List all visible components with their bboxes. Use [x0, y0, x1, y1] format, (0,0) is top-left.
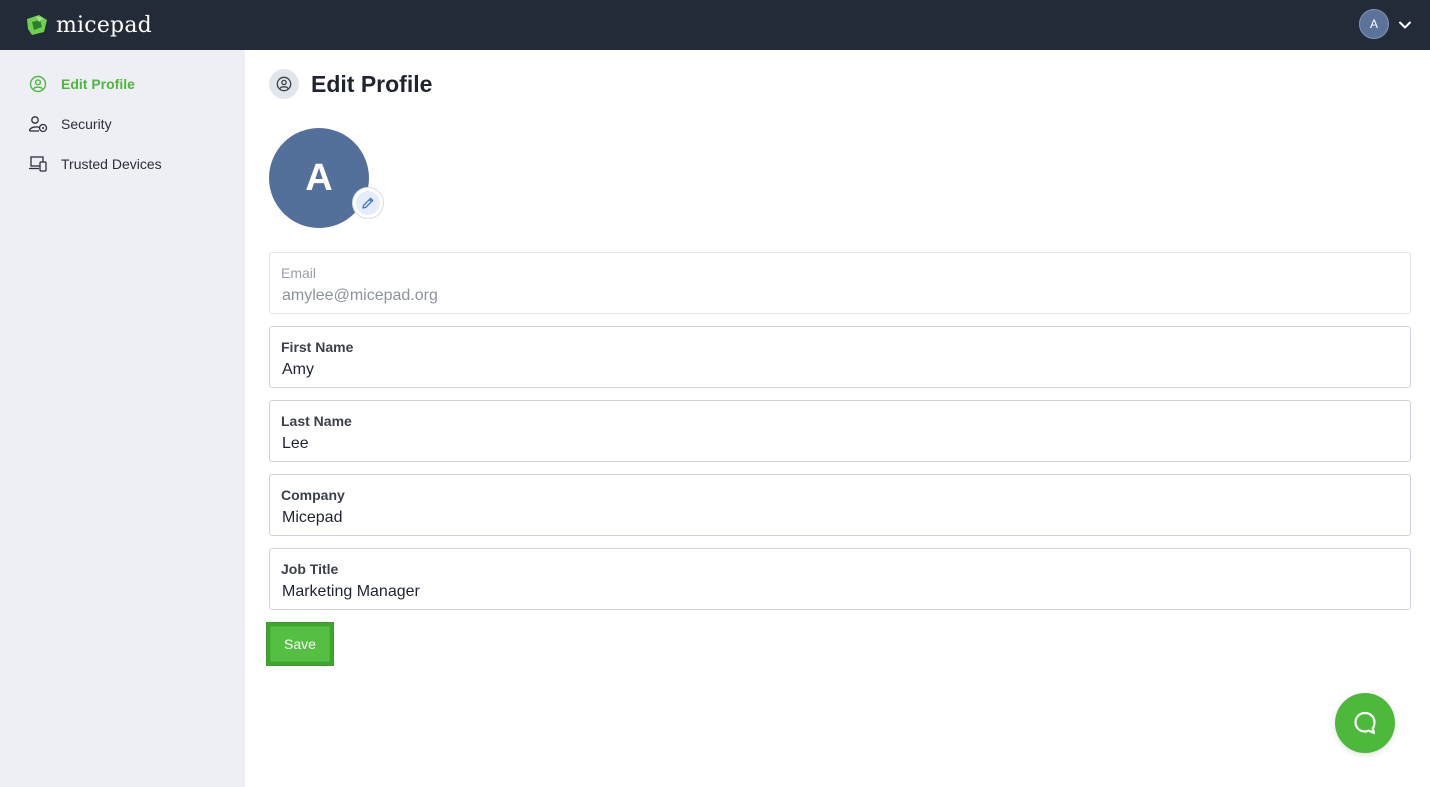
first-name-field[interactable]: First Name [269, 326, 1411, 388]
email-input [282, 285, 1392, 307]
company-label: Company [281, 487, 345, 503]
brand-name: micepad [56, 12, 152, 38]
profile-avatar: A [269, 128, 369, 228]
user-circle-icon [28, 74, 48, 94]
last-name-field[interactable]: Last Name [269, 400, 1411, 462]
save-button[interactable]: Save [271, 627, 329, 661]
chevron-down-icon[interactable] [1397, 17, 1413, 33]
first-name-label: First Name [281, 339, 354, 355]
sidebar-item-label: Trusted Devices [61, 156, 162, 172]
user-shield-icon [28, 114, 48, 134]
edit-avatar-button[interactable] [352, 187, 384, 219]
pencil-icon [356, 191, 380, 215]
company-field[interactable]: Company [269, 474, 1411, 536]
sidebar-item-label: Edit Profile [61, 76, 135, 92]
save-button-focus-ring: Save [266, 622, 334, 666]
last-name-label: Last Name [281, 413, 352, 429]
devices-icon [28, 154, 48, 174]
job-title-field[interactable]: Job Title [269, 548, 1411, 610]
email-field: Email [269, 252, 1411, 314]
chat-bubble-icon [1354, 711, 1376, 735]
page-header: Edit Profile [269, 68, 432, 100]
company-input[interactable] [282, 507, 1392, 529]
user-avatar[interactable]: A [1359, 9, 1389, 39]
brand[interactable]: micepad [24, 11, 152, 39]
job-title-label: Job Title [281, 561, 339, 577]
sidebar-item-edit-profile[interactable]: Edit Profile [28, 72, 135, 96]
sidebar-item-label: Security [61, 116, 112, 132]
micepad-logo-icon [27, 15, 47, 35]
help-chat-button[interactable] [1335, 693, 1395, 753]
sidebar: Edit Profile Security Trusted Devices [0, 50, 245, 787]
first-name-input[interactable] [282, 359, 1392, 381]
user-circle-icon [269, 69, 299, 99]
job-title-input[interactable] [282, 581, 1392, 603]
page-title: Edit Profile [311, 70, 433, 97]
last-name-input[interactable] [282, 433, 1392, 455]
sidebar-item-trusted-devices[interactable]: Trusted Devices [28, 152, 162, 176]
sidebar-item-security[interactable]: Security [28, 112, 112, 136]
email-label: Email [281, 265, 317, 281]
top-bar: micepad A [0, 0, 1430, 50]
